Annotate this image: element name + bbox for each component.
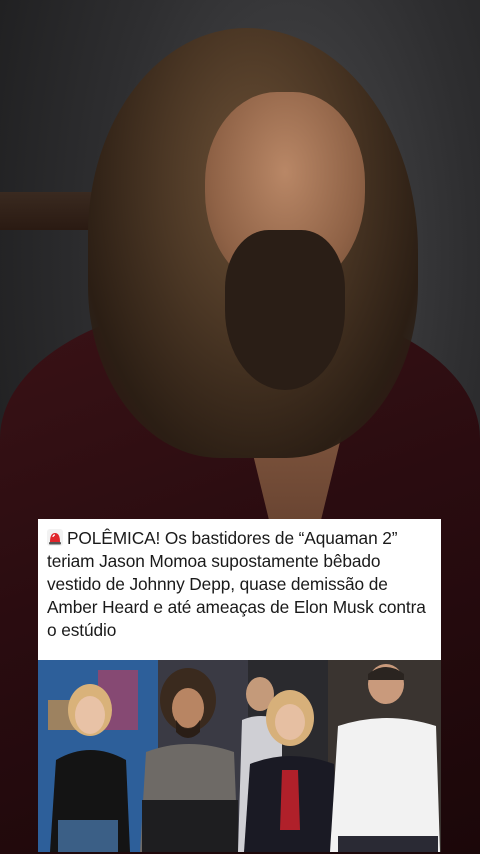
beard — [225, 230, 345, 390]
news-card[interactable]: POLÊMICA! Os bastidores de “Aquaman 2” t… — [38, 519, 441, 852]
headline-block: POLÊMICA! Os bastidores de “Aquaman 2” t… — [38, 519, 441, 653]
siren-icon — [47, 529, 63, 546]
headline-text: POLÊMICA! Os bastidores de “Aquaman 2” t… — [47, 528, 426, 640]
photo-collage — [38, 660, 441, 852]
news-photo — [38, 660, 441, 852]
